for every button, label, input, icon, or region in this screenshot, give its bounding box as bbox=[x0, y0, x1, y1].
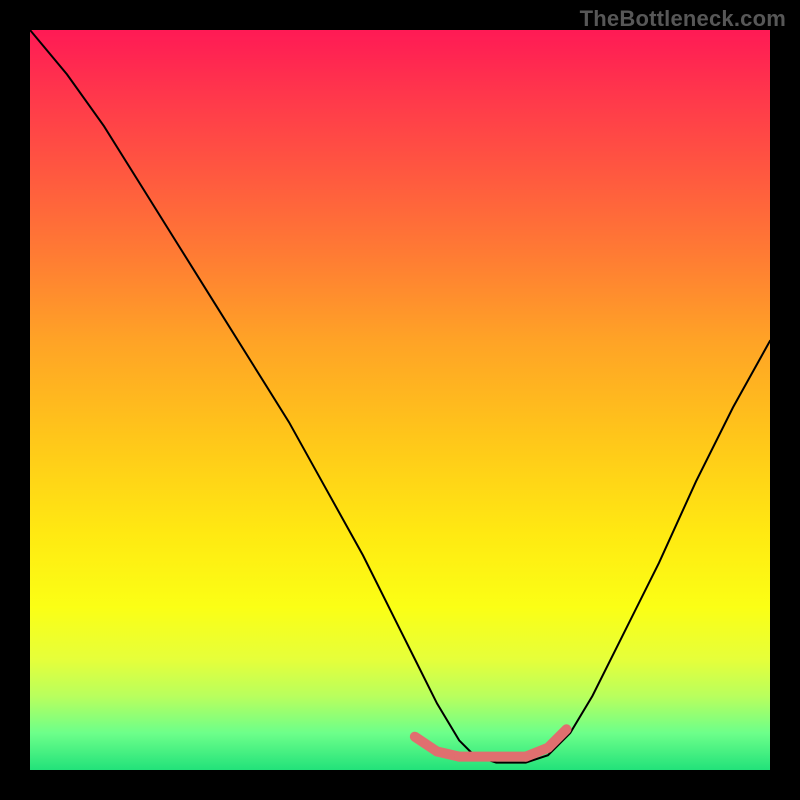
optimum-segment-5 bbox=[548, 729, 567, 748]
bottleneck-curve bbox=[30, 30, 770, 763]
watermark-text: TheBottleneck.com bbox=[580, 6, 786, 32]
curve-group bbox=[30, 30, 770, 763]
chart-canvas: TheBottleneck.com bbox=[0, 0, 800, 800]
plot-area bbox=[30, 30, 770, 770]
marker-group bbox=[415, 729, 567, 756]
chart-svg bbox=[30, 30, 770, 770]
